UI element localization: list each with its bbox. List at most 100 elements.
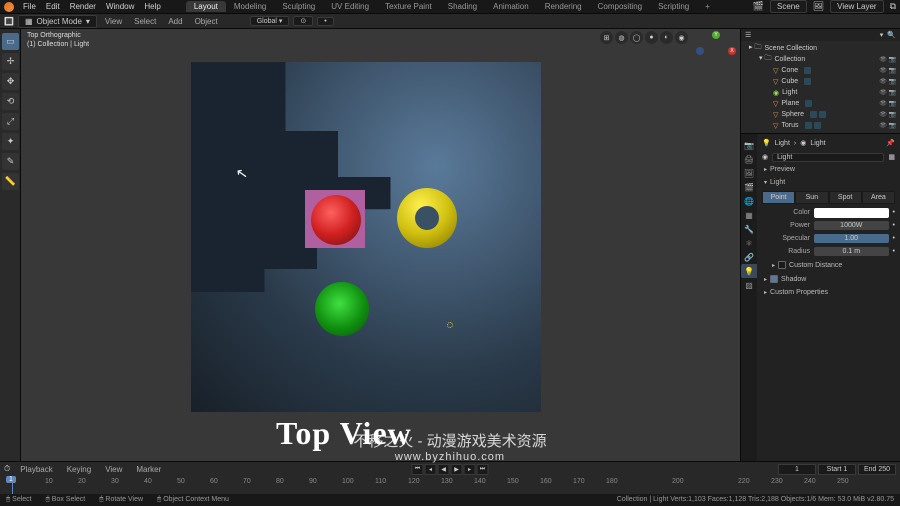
menu-help[interactable]: Help [139,2,165,11]
menu-window[interactable]: Window [101,2,139,11]
timeline-menu-marker[interactable]: Marker [132,465,165,474]
outliner-editor-icon[interactable]: ☰ [745,31,751,39]
light-specular-slider[interactable]: 1.00 [814,234,889,243]
pin-icon[interactable]: 📌 [886,139,895,147]
pivot-dropdown[interactable]: ⊙ [293,16,313,26]
viewlayer-name-field[interactable]: View Layer [830,0,883,13]
light-color-swatch[interactable] [814,208,889,218]
workspace-tab-texturepaint[interactable]: Texture Paint [377,1,440,12]
tool-scale[interactable]: ⤢ [2,113,19,130]
menu-file[interactable]: File [18,2,41,11]
outliner-collection[interactable]: ▾ 🗀 Collection 👁 📷 [745,54,896,65]
prop-tab-scene[interactable]: 🎬 [741,180,757,194]
shading-matprev-icon[interactable]: ◐ [660,31,673,44]
datablock-name-field[interactable]: Light [772,153,884,162]
shadow-checkbox[interactable] [770,275,778,283]
workspace-tab-rendering[interactable]: Rendering [537,1,590,12]
panel-preview[interactable]: Preview [762,163,895,176]
tool-rotate[interactable]: ⟲ [2,93,19,110]
viewport-3d[interactable]: Top Orthographic (1) Collection | Light … [21,29,740,461]
tool-move[interactable]: ✥ [2,73,19,90]
prop-tab-physics[interactable]: ⚛ [741,236,757,250]
keyframe-dot-icon[interactable]: • [893,248,895,255]
tool-annotate[interactable]: ✎ [2,153,19,170]
tool-transform[interactable]: ✦ [2,133,19,150]
panel-shadow[interactable]: Shadow [762,272,895,286]
outliner-item-plane[interactable]: ▽Plane👁 📷 [745,98,896,109]
timeline-menu-playback[interactable]: Playback [16,465,56,474]
timeline-menu-keying[interactable]: Keying [63,465,95,474]
tool-cursor[interactable]: ✢ [2,53,19,70]
workspace-tab-layout[interactable]: Layout [186,1,226,12]
prop-tab-constraints[interactable]: 🔗 [741,250,757,264]
workspace-tab-uvediting[interactable]: UV Editing [323,1,377,12]
outliner-item-light[interactable]: ◉Light👁 📷 [745,87,896,98]
keyframe-dot-icon[interactable]: • [893,235,895,242]
visibility-toggle[interactable]: 👁 📷 [879,56,896,63]
prop-tab-data-light[interactable]: 💡 [741,264,757,278]
visibility-toggle[interactable]: 👁 📷 [879,89,896,96]
workspace-tab-scripting[interactable]: Scripting [650,1,697,12]
search-icon[interactable]: 🔍 [887,31,896,39]
keyframe-dot-icon[interactable]: • [893,222,895,229]
light-tab-point[interactable]: Point [762,191,795,204]
menu-edit[interactable]: Edit [41,2,65,11]
visibility-toggle[interactable]: 👁 📷 [879,100,896,107]
filter-icon[interactable]: ▾ [880,31,884,39]
prop-tab-world[interactable]: 🌐 [741,194,757,208]
gizmo-y-axis[interactable]: Y [712,31,720,39]
overlay-toggle-icon[interactable]: ⊞ [600,31,613,44]
gizmo-z-axis[interactable] [696,47,704,55]
tool-measure[interactable]: 📏 [2,173,19,190]
header-menu-view[interactable]: View [101,17,126,26]
workspace-tab-sculpting[interactable]: Sculpting [274,1,323,12]
workspace-tab-compositing[interactable]: Compositing [590,1,650,12]
outliner-item-sphere[interactable]: ▽Sphere👁 📷 [745,109,896,120]
header-menu-add[interactable]: Add [164,17,186,26]
jump-start-button[interactable]: ⏮ [412,464,424,475]
current-frame-field[interactable]: 1 [778,464,816,475]
start-frame-field[interactable]: Start 1 [818,464,856,475]
visibility-toggle[interactable]: 👁 📷 [879,78,896,85]
transform-orientation-dropdown[interactable]: Global ▾ [250,16,290,26]
end-frame-field[interactable]: End 250 [858,464,896,475]
play-button[interactable]: ▶ [451,464,463,475]
light-indicator-icon[interactable] [447,322,453,328]
light-tab-spot[interactable]: Spot [829,191,862,204]
prop-tab-render[interactable]: 📷 [741,138,757,152]
outliner-item-torus[interactable]: ▽Torus👁 📷 [745,120,896,131]
prop-tab-texture[interactable]: ▨ [741,278,757,292]
light-power-field[interactable]: 1000W [814,221,889,230]
shading-rendered-icon[interactable]: ◉ [675,31,688,44]
keyframe-prev-button[interactable]: ◂ [425,464,437,475]
filter-icon[interactable]: ⧉ [890,1,896,12]
prop-tab-output[interactable]: 🖨 [741,152,757,166]
workspace-tab-modeling[interactable]: Modeling [226,1,274,12]
light-tab-sun[interactable]: Sun [795,191,828,204]
visibility-toggle[interactable]: 👁 📷 [879,122,896,129]
visibility-toggle[interactable]: 👁 📷 [879,111,896,118]
object-mode-dropdown[interactable]: ▦ Object Mode ▾ [18,15,97,28]
custom-distance-checkbox[interactable] [778,261,786,269]
scene-name-field[interactable]: Scene [770,0,807,13]
workspace-tab-add[interactable]: + [697,1,718,12]
editor-type-icon[interactable]: 🔳 [4,17,14,26]
timeline-menu-view[interactable]: View [101,465,126,474]
panel-custom-properties[interactable]: Custom Properties [762,286,895,299]
timeline-ruler[interactable]: 0102030405060708090100110120130140150160… [0,476,900,494]
jump-end-button[interactable]: ⏭ [477,464,489,475]
panel-light[interactable]: Light [762,176,895,189]
nav-gizmo[interactable]: Y X [696,31,736,71]
menu-render[interactable]: Render [65,2,101,11]
workspace-tab-shading[interactable]: Shading [440,1,485,12]
xray-toggle-icon[interactable]: ◍ [615,31,628,44]
prop-tab-modifiers[interactable]: 🔧 [741,222,757,236]
workspace-tab-animation[interactable]: Animation [485,1,537,12]
tool-select-box[interactable]: ▭ [2,33,19,50]
shading-wire-icon[interactable]: ◯ [630,31,643,44]
prop-tab-viewlayer[interactable]: 🖼 [741,166,757,180]
gizmo-x-axis[interactable]: X [728,47,736,55]
outliner-item-cube[interactable]: ▽Cube👁 📷 [745,76,896,87]
shading-solid-icon[interactable]: ● [645,31,658,44]
keyframe-next-button[interactable]: ▸ [464,464,476,475]
